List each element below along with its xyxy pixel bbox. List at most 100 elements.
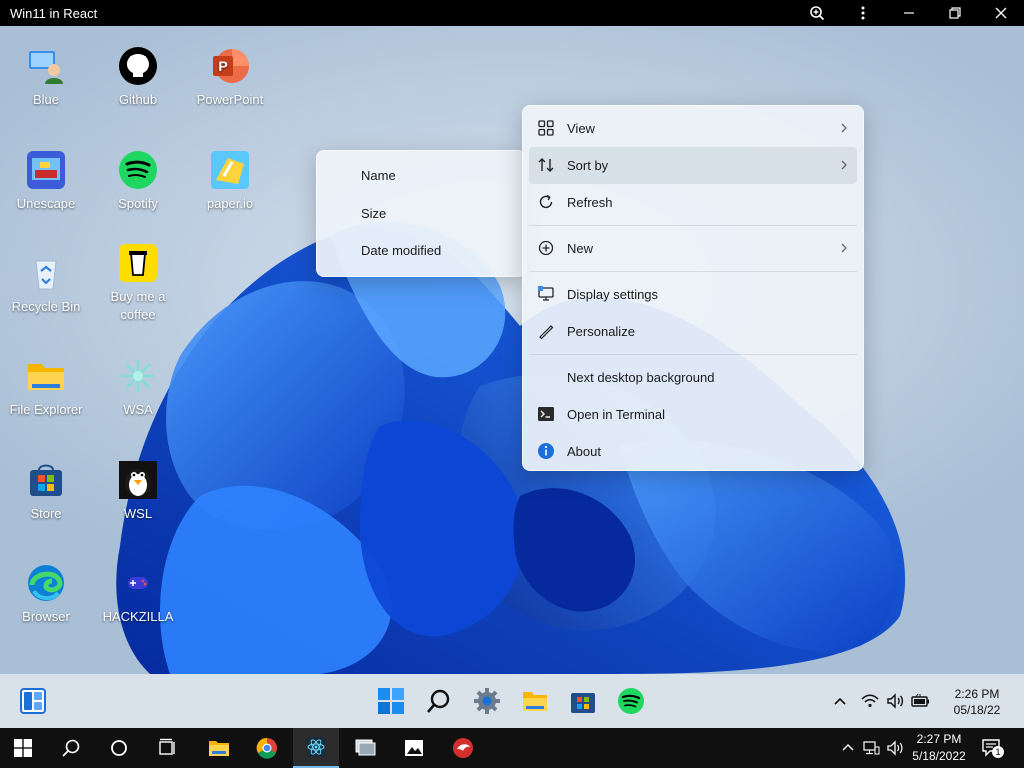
sort-by-date-modified[interactable]: Date modified	[317, 232, 525, 270]
desktop-icon-spotify[interactable]: Spotify	[92, 150, 184, 213]
grid-icon	[538, 120, 554, 136]
desktop-icon-unescape[interactable]: Unescape	[0, 150, 92, 213]
desktop-icon-paper-io[interactable]: paper.io	[184, 150, 276, 213]
menu-item-open-in-terminal[interactable]: Open in Terminal	[529, 396, 857, 433]
spotify-icon	[119, 151, 157, 189]
menu-item-label: Sort by	[567, 158, 609, 173]
menu-item-label: Refresh	[567, 195, 613, 210]
menu-item-display-settings[interactable]: Display settings	[529, 276, 857, 313]
gamepad-icon	[128, 577, 148, 589]
bird-icon	[453, 738, 473, 758]
more-options-button[interactable]	[840, 0, 886, 26]
desktop-icon-github[interactable]: Github	[92, 46, 184, 109]
start-button[interactable]	[375, 685, 407, 717]
host-chrome-button[interactable]	[244, 728, 290, 768]
blue-user-icon	[29, 51, 63, 84]
close-icon	[995, 7, 1007, 19]
desktop-icon-blue[interactable]: Blue	[0, 46, 92, 109]
host-cortana-button[interactable]	[96, 728, 142, 768]
wifi-icon[interactable]	[860, 691, 880, 711]
desktop-icon-label: Recycle Bin	[11, 299, 81, 314]
zoom-icon	[810, 6, 825, 21]
folder-icon	[523, 692, 547, 711]
host-file-explorer-button[interactable]	[196, 728, 242, 768]
desktop-icon-hackzilla[interactable]: HACKZILLA	[92, 563, 184, 626]
network-icon[interactable]	[862, 739, 880, 757]
host-screen-capture-button[interactable]	[342, 728, 388, 768]
desktop[interactable]: Blue Github P PowerPoint Unescape Spotif…	[0, 26, 1024, 674]
react-atom-icon	[306, 737, 326, 757]
desktop-icon-buy-me-a-coffee[interactable]: Buy me a coffee	[92, 243, 184, 324]
file-explorer-taskbar-button[interactable]	[519, 685, 551, 717]
github-icon	[119, 47, 157, 85]
window-title: Win11 in React	[10, 5, 98, 21]
chrome-icon	[256, 737, 277, 759]
desktop-icon-wsa[interactable]: WSA	[92, 356, 184, 419]
restore-button[interactable]	[932, 0, 978, 26]
sort-by-submenu: Name Size Date modified	[316, 150, 526, 277]
menu-item-new[interactable]: New	[529, 230, 857, 267]
widgets-button[interactable]	[17, 685, 49, 717]
desktop-icon-store[interactable]: Store	[0, 460, 92, 523]
desktop-icon-file-explorer[interactable]: File Explorer	[0, 356, 92, 419]
host-emulator-button[interactable]	[293, 728, 339, 768]
spotify-taskbar-button[interactable]	[615, 685, 647, 717]
image-icon	[405, 740, 423, 756]
zoom-button[interactable]	[794, 0, 840, 26]
desktop-icon-label: Unescape	[16, 196, 76, 211]
search-button[interactable]	[423, 685, 455, 717]
display-icon	[538, 286, 554, 301]
menu-item-label: Open in Terminal	[567, 407, 666, 422]
desktop-icon-label: Spotify	[118, 196, 158, 211]
menu-item-label: Next desktop background	[567, 370, 715, 385]
taskbar-clock[interactable]: 2:26 PM 05/18/22	[944, 686, 1010, 718]
host-clock[interactable]: 2:27 PM 5/18/2022	[906, 731, 972, 765]
coffee-icon	[119, 244, 157, 282]
search-icon	[62, 739, 80, 757]
store-taskbar-button[interactable]	[567, 685, 599, 717]
host-search-button[interactable]	[48, 728, 94, 768]
penguin-icon	[119, 461, 157, 499]
menu-item-label: New	[567, 241, 594, 256]
menu-item-view[interactable]: View	[529, 110, 857, 147]
battery-icon[interactable]	[910, 691, 930, 711]
sort-by-size[interactable]: Size	[317, 195, 525, 233]
desktop-icon-label: HACKZILLA	[102, 609, 174, 624]
desktop-icon-label: File Explorer	[9, 402, 83, 417]
desktop-icon-label: Browser	[22, 609, 70, 624]
chevron-up-icon[interactable]	[840, 739, 856, 755]
host-task-view-button[interactable]	[144, 728, 190, 768]
desktop-icon-recycle-bin[interactable]: Recycle Bin	[0, 253, 92, 316]
menu-item-next-desktop-background[interactable]: Next desktop background	[529, 359, 857, 396]
desktop-icon-label: WSL	[123, 506, 153, 521]
desktop-icon-powerpoint[interactable]: P PowerPoint	[184, 46, 276, 109]
menu-item-sort-by[interactable]: Sort by	[529, 147, 857, 184]
desktop-icon-label: Store	[30, 506, 62, 521]
chevron-right-icon	[841, 243, 847, 253]
desktop-icon-browser[interactable]: Browser	[0, 563, 92, 626]
clock-date: 05/18/22	[953, 703, 1001, 717]
host-clock-time: 2:27 PM	[916, 732, 962, 746]
close-button[interactable]	[978, 0, 1024, 26]
win11-taskbar: 2:26 PM 05/18/22	[0, 674, 1024, 728]
chevron-up-icon[interactable]	[830, 691, 850, 711]
menu-item-refresh[interactable]: Refresh	[529, 184, 857, 221]
sort-by-name[interactable]: Name	[317, 157, 525, 195]
volume-icon[interactable]	[886, 739, 904, 757]
menu-item-personalize[interactable]: Personalize	[529, 313, 857, 350]
notification-center-button[interactable]: 1	[980, 737, 1004, 759]
desktop-icon-label: PowerPoint	[196, 92, 264, 107]
plus-circle-icon	[538, 240, 554, 256]
menu-item-about[interactable]: About	[529, 433, 857, 470]
desktop-icon-wsl[interactable]: WSL	[92, 460, 184, 523]
settings-button[interactable]	[471, 685, 503, 717]
host-photos-button[interactable]	[391, 728, 437, 768]
terminal-icon	[538, 407, 554, 421]
host-start-button[interactable]	[0, 728, 46, 768]
host-clock-date: 5/18/2022	[912, 749, 966, 763]
info-icon	[538, 443, 554, 459]
volume-icon[interactable]	[885, 691, 905, 711]
search-icon	[427, 689, 450, 713]
host-angry-ip-button[interactable]	[440, 728, 486, 768]
minimize-button[interactable]	[886, 0, 932, 26]
